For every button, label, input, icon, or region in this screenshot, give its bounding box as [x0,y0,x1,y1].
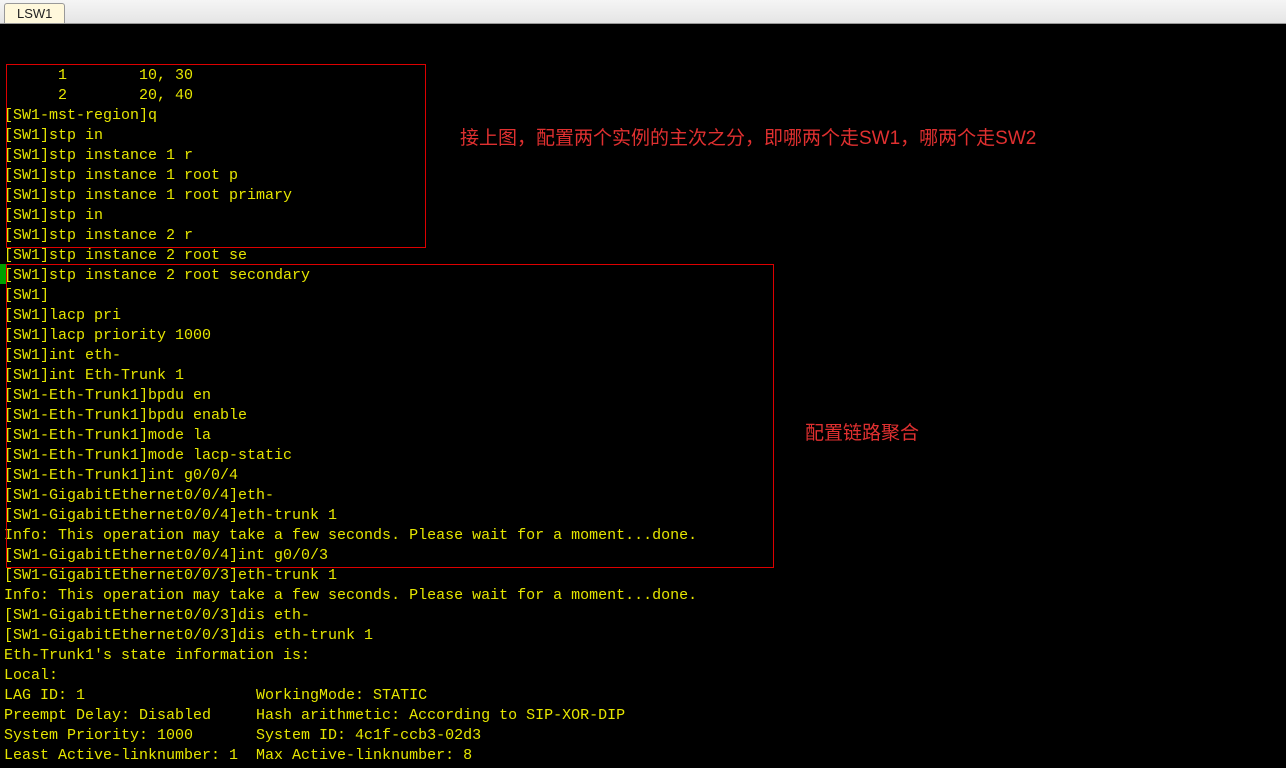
terminal-line: System Priority: 1000 System ID: 4c1f-cc… [4,726,1282,746]
terminal-line: [SW1-Eth-Trunk1]bpdu en [4,386,1282,406]
terminal-line: [SW1-Eth-Trunk1]mode la [4,426,1282,446]
terminal-line: [SW1-GigabitEthernet0/0/4]int g0/0/3 [4,546,1282,566]
tab-lsw1[interactable]: LSW1 [4,3,65,23]
terminal-line: [SW1-GigabitEthernet0/0/3]dis eth-trunk … [4,626,1282,646]
terminal-line: [SW1-Eth-Trunk1]int g0/0/4 [4,466,1282,486]
cursor-marker [0,264,7,284]
annotation-text-1: 接上图，配置两个实例的主次之分，即哪两个走SW1，哪两个走SW2 [460,125,1180,153]
annotation-text-2: 配置链路聚合 [805,420,919,448]
terminal-line: [SW1-mst-region]q [4,106,1282,126]
terminal-line: LAG ID: 1 WorkingMode: STATIC [4,686,1282,706]
terminal-line: [SW1]stp instance 2 root se [4,246,1282,266]
terminal-line: [SW1-GigabitEthernet0/0/4]eth-trunk 1 [4,506,1282,526]
terminal-line: [SW1]lacp priority 1000 [4,326,1282,346]
terminal-line: Local: [4,666,1282,686]
terminal-line: [SW1-Eth-Trunk1]mode lacp-static [4,446,1282,466]
terminal-line: [SW1]stp instance 1 root p [4,166,1282,186]
terminal-line: Least Active-linknumber: 1 Max Active-li… [4,746,1282,766]
terminal-line: [SW1-GigabitEthernet0/0/4]eth- [4,486,1282,506]
terminal-line: [SW1]int Eth-Trunk 1 [4,366,1282,386]
terminal-line: [SW1-GigabitEthernet0/0/3]eth-trunk 1 [4,566,1282,586]
terminal-line: [SW1]int eth- [4,346,1282,366]
terminal-line: Eth-Trunk1's state information is: [4,646,1282,666]
tab-bar: LSW1 [0,0,1286,24]
terminal-line: [SW1-Eth-Trunk1]bpdu enable [4,406,1282,426]
terminal-line: 1 10, 30 [4,66,1282,86]
terminal-line: [SW1] [4,286,1282,306]
terminal-line: [SW1]stp instance 1 root primary [4,186,1282,206]
terminal-line: Preempt Delay: Disabled Hash arithmetic:… [4,706,1282,726]
terminal-line: [SW1]stp in [4,206,1282,226]
terminal-line: 2 20, 40 [4,86,1282,106]
terminal-line: Info: This operation may take a few seco… [4,526,1282,546]
terminal-line: [SW1]stp instance 2 root secondary [4,266,1282,286]
terminal-line: [SW1]lacp pri [4,306,1282,326]
terminal-line: Info: This operation may take a few seco… [4,586,1282,606]
terminal-line: [SW1]stp instance 2 r [4,226,1282,246]
terminal-line: [SW1-GigabitEthernet0/0/3]dis eth- [4,606,1282,626]
